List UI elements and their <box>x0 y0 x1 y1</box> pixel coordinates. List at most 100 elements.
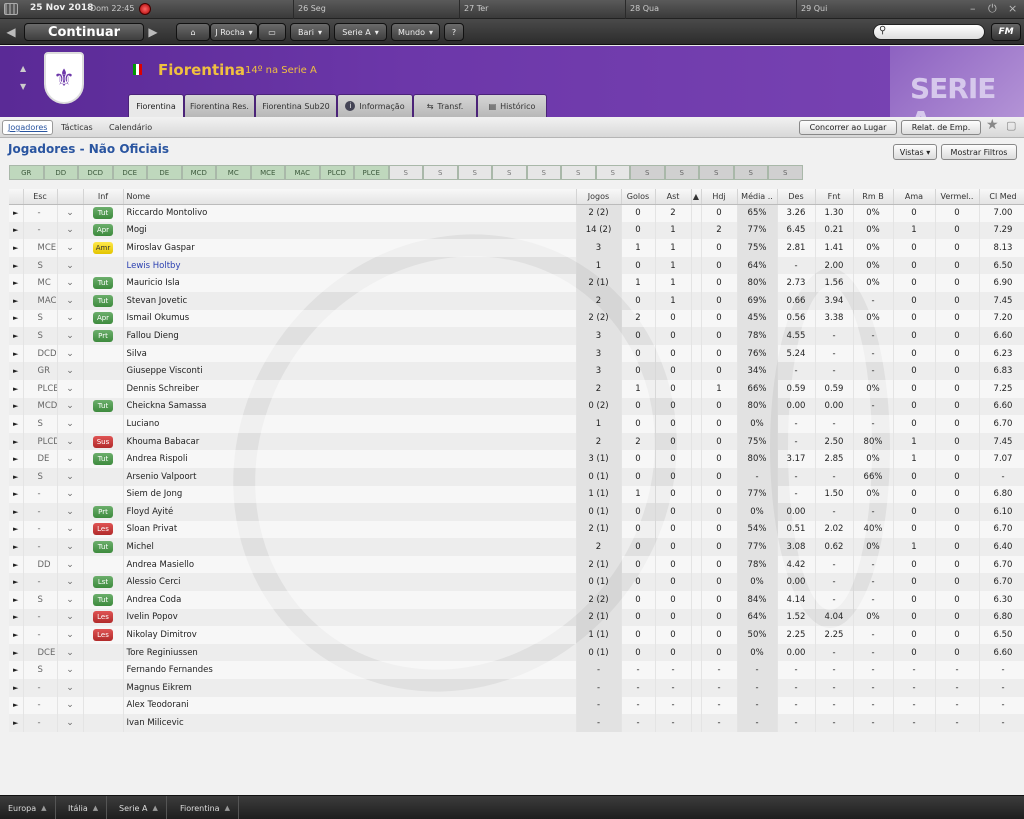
row-expand[interactable]: ► <box>9 520 24 539</box>
player-name[interactable]: Mauricio Isla <box>123 274 577 292</box>
row-menu[interactable]: ⌄ <box>57 626 84 644</box>
position-filter-cell[interactable]: MCE <box>250 165 285 180</box>
row-expand[interactable]: ► <box>9 696 24 715</box>
tab-fiorentina[interactable]: Fiorentina <box>128 94 184 117</box>
player-name[interactable]: Andrea Masiello <box>123 555 577 574</box>
col-nome[interactable]: Nome <box>123 189 577 205</box>
position-filter-cell[interactable]: S <box>423 165 458 180</box>
row-menu[interactable]: ⌄ <box>57 204 84 222</box>
row-expand[interactable]: ► <box>9 415 24 433</box>
player-name[interactable]: Khouma Babacar <box>123 432 577 451</box>
col-vermel[interactable]: Vermel.. <box>935 189 980 205</box>
player-name[interactable]: Dennis Schreiber <box>123 379 577 398</box>
player-name[interactable]: Lewis Holtby <box>123 256 577 275</box>
crumb-serie-a[interactable]: Serie A ▲ <box>111 796 167 819</box>
table-row[interactable]: ► - ⌄ Lst Alessio Cerci 0 (1) 0 0 0 0% 0.00- -0 0 6.7… <box>9 573 1024 592</box>
col-ast[interactable]: Ast <box>655 189 692 205</box>
forward-arrow-icon[interactable]: ▶ <box>146 23 160 41</box>
close-icon[interactable]: × <box>1008 2 1017 15</box>
employment-report-button[interactable]: Relat. de Emp. <box>901 120 981 135</box>
position-filter-cell[interactable]: S <box>561 165 596 180</box>
next-club-arrow-icon[interactable]: ▼ <box>20 82 26 91</box>
row-menu[interactable]: ⌄ <box>57 327 84 345</box>
table-row[interactable]: ► S ⌄ Prt Fallou Dieng 3 0 0 0 78% 4.55- -0 0 6.60 <box>9 327 1024 345</box>
table-row[interactable]: ► MCD ⌄ Tut Cheickna Samassa 0 (2) 0 0 0 80% 0.00 0… <box>9 397 1024 416</box>
row-menu[interactable]: ⌄ <box>57 696 84 715</box>
player-name[interactable]: Alex Teodorani <box>123 696 577 715</box>
table-row[interactable]: ► - ⌄ Alex Teodorani - - - - - - - - - - - <box>9 696 1024 715</box>
day-slot-1[interactable]: 26 Seg <box>293 0 459 19</box>
row-menu[interactable]: ⌄ <box>57 538 84 556</box>
row-expand[interactable]: ► <box>9 204 24 222</box>
table-row[interactable]: ► - ⌄ Tut Riccardo Montolivo 2 (2) 0 2 0 65% 3.26 1… <box>9 204 1024 222</box>
row-expand[interactable]: ► <box>9 485 24 504</box>
back-arrow-icon[interactable]: ◀ <box>4 23 18 41</box>
row-expand[interactable]: ► <box>9 679 24 697</box>
player-name[interactable]: Sloan Privat <box>123 520 577 539</box>
position-filter-cell[interactable]: PLCD <box>319 165 354 180</box>
world-menu[interactable]: Mundo ▾ <box>391 23 440 41</box>
row-expand[interactable]: ► <box>9 221 24 240</box>
tab-fiorentina-sub20[interactable]: Fiorentina Sub20 <box>255 94 337 117</box>
player-name[interactable]: Arsenio Valpoort <box>123 467 577 486</box>
row-menu[interactable]: ⌄ <box>57 661 84 680</box>
status-badge[interactable]: Sus <box>93 435 113 448</box>
col-golos[interactable]: Golos <box>621 189 656 205</box>
table-row[interactable]: ► - ⌄ Prt Floyd Ayité 0 (1) 0 0 0 0% 0.00- -0 0 6.10 <box>9 503 1024 521</box>
position-filter-cell[interactable]: GR <box>9 165 44 180</box>
table-row[interactable]: ► DCE ⌄ Tore Reginiussen 0 (1) 0 0 0 0% 0.00- -0 0 6… <box>9 643 1024 662</box>
col-clmed[interactable]: Cl Med <box>979 189 1024 205</box>
tab-informacao[interactable]: i Informação <box>337 94 413 117</box>
player-name[interactable]: Riccardo Montolivo <box>123 204 577 222</box>
row-menu[interactable]: ⌄ <box>57 450 84 468</box>
col-des[interactable]: Des <box>777 189 816 205</box>
views-button[interactable]: Vistas ▾ <box>893 144 937 160</box>
match-ball-icon[interactable] <box>139 3 151 15</box>
power-icon[interactable]: ⏻ <box>988 2 997 16</box>
table-row[interactable]: ► - ⌄ Apr Mogi 14 (2) 0 1 2 77% 6.45 0.21 0% 1 0 7.29 <box>9 221 1024 240</box>
row-expand[interactable]: ► <box>9 555 24 574</box>
position-filter-cell[interactable]: S <box>768 165 803 180</box>
table-row[interactable]: ►PLCD⌄SusKhouma Babacar220075%-2.5080%10… <box>9 432 1024 451</box>
table-row[interactable]: ► S ⌄ Luciano 1 0 0 0 0% - - -0 0 6.70 <box>9 415 1024 433</box>
position-filter-cell[interactable]: S <box>630 165 665 180</box>
row-menu[interactable]: ⌄ <box>57 714 84 732</box>
fm-menu-button[interactable]: FM <box>991 23 1021 41</box>
row-menu[interactable]: ⌄ <box>57 520 84 539</box>
row-expand[interactable]: ► <box>9 503 24 521</box>
day-slot-4[interactable]: 29 Qui <box>796 0 962 19</box>
position-filter-cell[interactable]: MCD <box>181 165 216 180</box>
search-input[interactable]: ⚲ <box>873 24 985 40</box>
col-hdj[interactable]: Hdj <box>701 189 738 205</box>
apply-for-job-button[interactable]: Concorrer ao Lugar <box>799 120 897 135</box>
col-media[interactable]: Média .. <box>737 189 778 205</box>
player-name[interactable]: Miroslav Gaspar <box>123 239 577 257</box>
add-note-icon[interactable]: ▢ <box>1006 119 1016 132</box>
home-button[interactable]: ⌂ <box>176 23 210 41</box>
row-expand[interactable]: ► <box>9 274 24 292</box>
table-row[interactable]: ► S ⌄ Apr Ismail Okumus 2 (2) 2 0 0 45% 0.56 3.38 0%… <box>9 309 1024 328</box>
row-expand[interactable]: ► <box>9 327 24 345</box>
row-expand[interactable]: ► <box>9 661 24 680</box>
col-fnt[interactable]: Fnt <box>815 189 854 205</box>
row-menu[interactable]: ⌄ <box>57 467 84 486</box>
table-row[interactable]: ► - ⌄ Les Nikolay Dimitrov 1 (1) 0 0 0 50% 2.25 2.2… <box>9 626 1024 644</box>
subtab-tacticas[interactable]: Tácticas <box>56 120 98 135</box>
row-expand[interactable]: ► <box>9 538 24 556</box>
row-menu[interactable]: ⌄ <box>57 485 84 504</box>
row-menu[interactable]: ⌄ <box>57 679 84 697</box>
table-row[interactable]: ► - ⌄ Tut Michel 2 0 0 0 77% 3.08 0.62 0% 1 0 6.40 <box>9 538 1024 556</box>
row-expand[interactable]: ► <box>9 397 24 416</box>
position-filter-cell[interactable]: S <box>664 165 699 180</box>
position-filter-cell[interactable]: S <box>699 165 734 180</box>
crumb-fiorentina[interactable]: Fiorentina ▲ <box>172 796 239 819</box>
player-name[interactable]: Andrea Rispoli <box>123 450 577 468</box>
crumb-europa[interactable]: Europa ▲ <box>0 796 56 819</box>
row-menu[interactable]: ⌄ <box>57 503 84 521</box>
player-name[interactable]: Cheickna Samassa <box>123 397 577 416</box>
row-menu[interactable]: ⌄ <box>57 309 84 328</box>
league-position[interactable]: 14º na Serie A <box>245 65 317 76</box>
position-filter-cell[interactable]: S <box>388 165 423 180</box>
tab-historico[interactable]: ▤ Histórico <box>477 94 547 117</box>
row-expand[interactable]: ► <box>9 362 24 380</box>
